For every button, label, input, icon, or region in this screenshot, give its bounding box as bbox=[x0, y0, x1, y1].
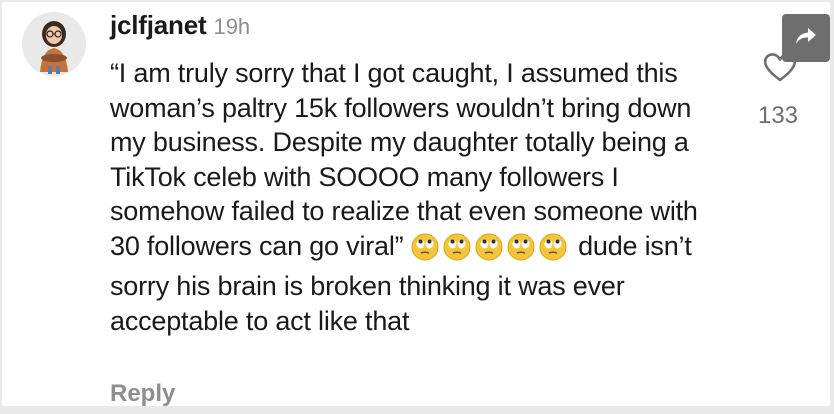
avatar-illustration bbox=[22, 12, 86, 76]
comment-card: jclfjanet 19h “I am truly sorry that I g… bbox=[2, 2, 830, 408]
user-avatar[interactable] bbox=[22, 12, 86, 76]
share-arrow-icon bbox=[794, 26, 818, 51]
rolling-eyes-emoji-icon bbox=[475, 233, 503, 270]
rolling-eyes-emoji-icon bbox=[443, 233, 471, 270]
rolling-eyes-emoji-icon bbox=[507, 233, 535, 270]
heart-outline-icon[interactable] bbox=[762, 50, 798, 89]
reply-button[interactable]: Reply bbox=[110, 380, 175, 408]
comment-text: “I am truly sorry that I got caught, I a… bbox=[110, 56, 732, 338]
like-count: 133 bbox=[757, 102, 799, 129]
comment-header: jclfjanet 19h bbox=[110, 10, 250, 50]
timestamp: 19h bbox=[213, 14, 251, 39]
username-link[interactable]: jclfjanet bbox=[110, 10, 207, 41]
rolling-eyes-emoji-icon bbox=[411, 233, 439, 270]
rolling-eyes-emoji-icon bbox=[539, 233, 567, 270]
